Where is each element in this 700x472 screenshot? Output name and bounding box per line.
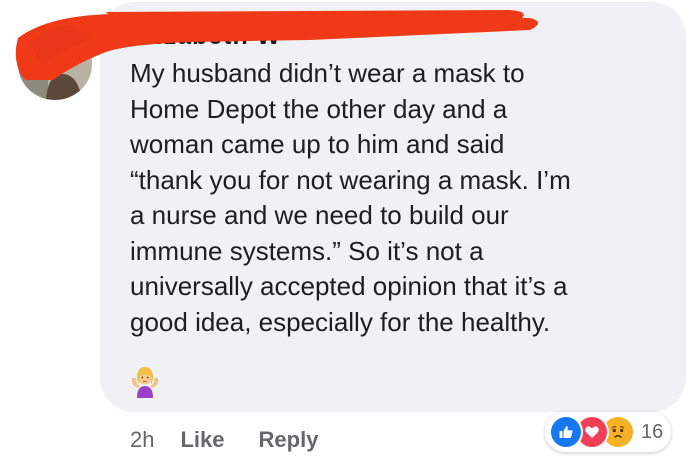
reply-button[interactable]: Reply [259, 427, 319, 453]
comment-text-line: “thank you for not wearing a mask. I’m [130, 164, 571, 195]
comment-text-line: Home Depot the other day and a [130, 93, 508, 124]
comment-text-line: universally accepted opinion that it’s a [130, 271, 568, 301]
person-shrugging-icon [131, 367, 159, 398]
reactions-summary[interactable]: 16 [545, 412, 672, 452]
comment-text-line: woman came up to him and said [130, 129, 505, 159]
comment-text-line: My husband didn’t wear a mask to [130, 58, 525, 88]
comment-text: My husband didn’t wear a mask to Home De… [130, 56, 670, 340]
comment-actions: 2h Like Reply [130, 425, 352, 455]
like-icon [549, 415, 583, 449]
comment-text-line: a nurse and we need to build our [130, 200, 509, 230]
comment-text-line: immune systems.” So it’s not a [130, 235, 484, 266]
avatar[interactable] [18, 28, 92, 100]
comment-author-name[interactable]: Elizabeth W [130, 22, 281, 51]
comment-thread: Elizabeth W My husband didn’t wear a mas… [0, 0, 700, 472]
like-button[interactable]: Like [180, 427, 224, 453]
reaction-count: 16 [641, 420, 664, 443]
comment-timestamp[interactable]: 2h [130, 427, 154, 453]
profile-photo [18, 28, 92, 100]
comment-text-line: good idea, especially for the healthy. [130, 306, 551, 337]
